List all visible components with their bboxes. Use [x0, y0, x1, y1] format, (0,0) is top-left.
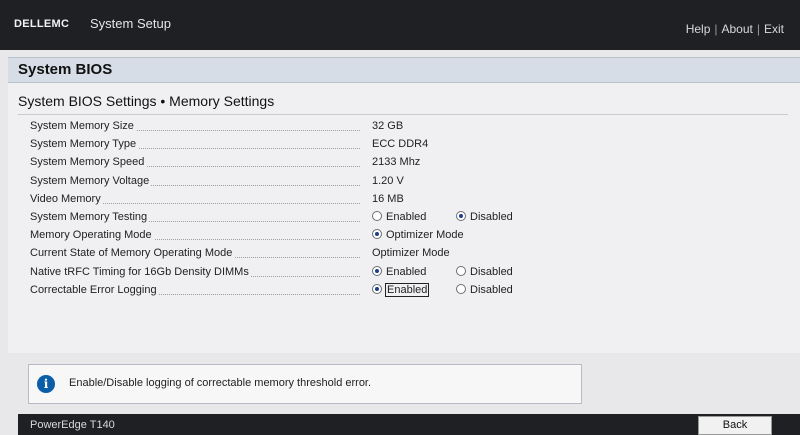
setting-value: 2133 Mhz	[372, 156, 421, 169]
setting-value: 16 MB	[372, 192, 404, 205]
radio-label: Enabled	[386, 210, 427, 223]
setting-value: Optimizer Mode	[372, 247, 450, 260]
help-text: Enable/Disable logging of correctable me…	[69, 377, 372, 389]
help-link[interactable]: Help	[686, 22, 711, 36]
radio-button-icon[interactable]	[372, 210, 382, 221]
radio-option-enabled[interactable]: Enabled	[372, 265, 427, 278]
exit-link[interactable]: Exit	[764, 22, 784, 36]
header-links: Help | About | Exit	[686, 22, 784, 36]
radio-option-disabled[interactable]: Disabled	[456, 210, 513, 223]
radio-label: Disabled	[470, 265, 513, 278]
radio-option-optimizer-mode[interactable]: Optimizer Mode	[372, 229, 464, 241]
app-title: System Setup	[90, 16, 171, 31]
separator: |	[714, 22, 718, 36]
section-header: System BIOS	[8, 57, 800, 83]
setting-row-memory-testing: System Memory Testing Enabled Disabled	[30, 210, 770, 229]
setting-label: Memory Operating Mode	[30, 229, 154, 242]
section-title: System BIOS	[18, 61, 113, 78]
setting-value: 32 GB	[372, 120, 404, 132]
radio-button-icon[interactable]	[456, 265, 466, 276]
setting-row-memory-speed: System Memory Speed 2133 Mhz	[30, 156, 770, 174]
radio-button-selected-icon[interactable]	[372, 229, 382, 240]
screen: DELLEMC System Setup Help | About | Exit Sys…	[0, 0, 800, 435]
radio-label-focused: Enabled	[384, 282, 430, 297]
radio-option-enabled[interactable]: Enabled	[372, 210, 427, 223]
info-icon: i	[37, 375, 55, 393]
setting-value: ECC DDR4	[372, 138, 429, 151]
radio-button-selected-icon[interactable]	[372, 265, 382, 276]
radio-label: Optimizer Mode	[386, 229, 464, 242]
setting-row-memory-voltage: System Memory Voltage 1.20 V	[30, 174, 770, 193]
divider	[18, 114, 788, 115]
setting-label: Video Memory	[30, 192, 103, 205]
setting-label: System Memory Testing	[30, 210, 150, 223]
radio-button-icon[interactable]	[456, 283, 466, 294]
top-bar: DELLEMC System Setup Help | About | Exit	[0, 0, 800, 50]
setting-row-memory-operating-mode: Memory Operating Mode Optimizer Mode	[30, 229, 770, 247]
back-button[interactable]: Back	[698, 416, 772, 435]
setting-row-correctable-error-logging: Correctable Error Logging Enabled Disabl…	[30, 282, 770, 302]
radio-label: Disabled	[470, 283, 513, 296]
setting-label: Current State of Memory Operating Mode	[30, 247, 235, 260]
setting-label: System Memory Speed	[30, 156, 147, 169]
dellemc-logo: DELLEMC	[14, 18, 70, 30]
setting-label: Native tRFC Timing for 16Gb Density DIMM…	[30, 265, 251, 278]
setting-label: System Memory Size	[30, 120, 136, 132]
radio-button-selected-icon[interactable]	[456, 210, 466, 221]
radio-label: Disabled	[470, 210, 513, 223]
setting-label: System Memory Voltage	[30, 174, 152, 187]
setting-row-video-memory: Video Memory 16 MB	[30, 192, 770, 211]
setting-label: System Memory Type	[30, 138, 139, 151]
about-link[interactable]: About	[722, 22, 753, 36]
setting-row-current-state: Current State of Memory Operating Mode O…	[30, 247, 770, 265]
radio-option-disabled[interactable]: Disabled	[456, 283, 513, 296]
breadcrumb: System BIOS Settings • Memory Settings	[18, 93, 275, 109]
settings-list: System Memory Size 32 GB System Memory T…	[30, 120, 770, 302]
setting-row-memory-type: System Memory Type ECC DDR4	[30, 138, 770, 156]
radio-option-enabled[interactable]: Enabled	[372, 282, 430, 297]
radio-button-selected-icon[interactable]	[372, 283, 382, 294]
setting-row-memory-size: System Memory Size 32 GB	[30, 120, 770, 138]
help-info-box: i Enable/Disable logging of correctable …	[28, 364, 582, 404]
setting-value: 1.20 V	[372, 174, 404, 187]
settings-panel: System BIOS Settings • Memory Settings S…	[8, 83, 800, 353]
server-model: PowerEdge T140	[30, 419, 115, 431]
bottom-bar: PowerEdge T140 Back	[18, 414, 800, 435]
setting-label: Correctable Error Logging	[30, 283, 159, 296]
separator: |	[756, 22, 760, 36]
radio-label: Enabled	[386, 265, 427, 278]
radio-option-disabled[interactable]: Disabled	[456, 265, 513, 278]
setting-row-native-trfc-timing: Native tRFC Timing for 16Gb Density DIMM…	[30, 265, 770, 284]
